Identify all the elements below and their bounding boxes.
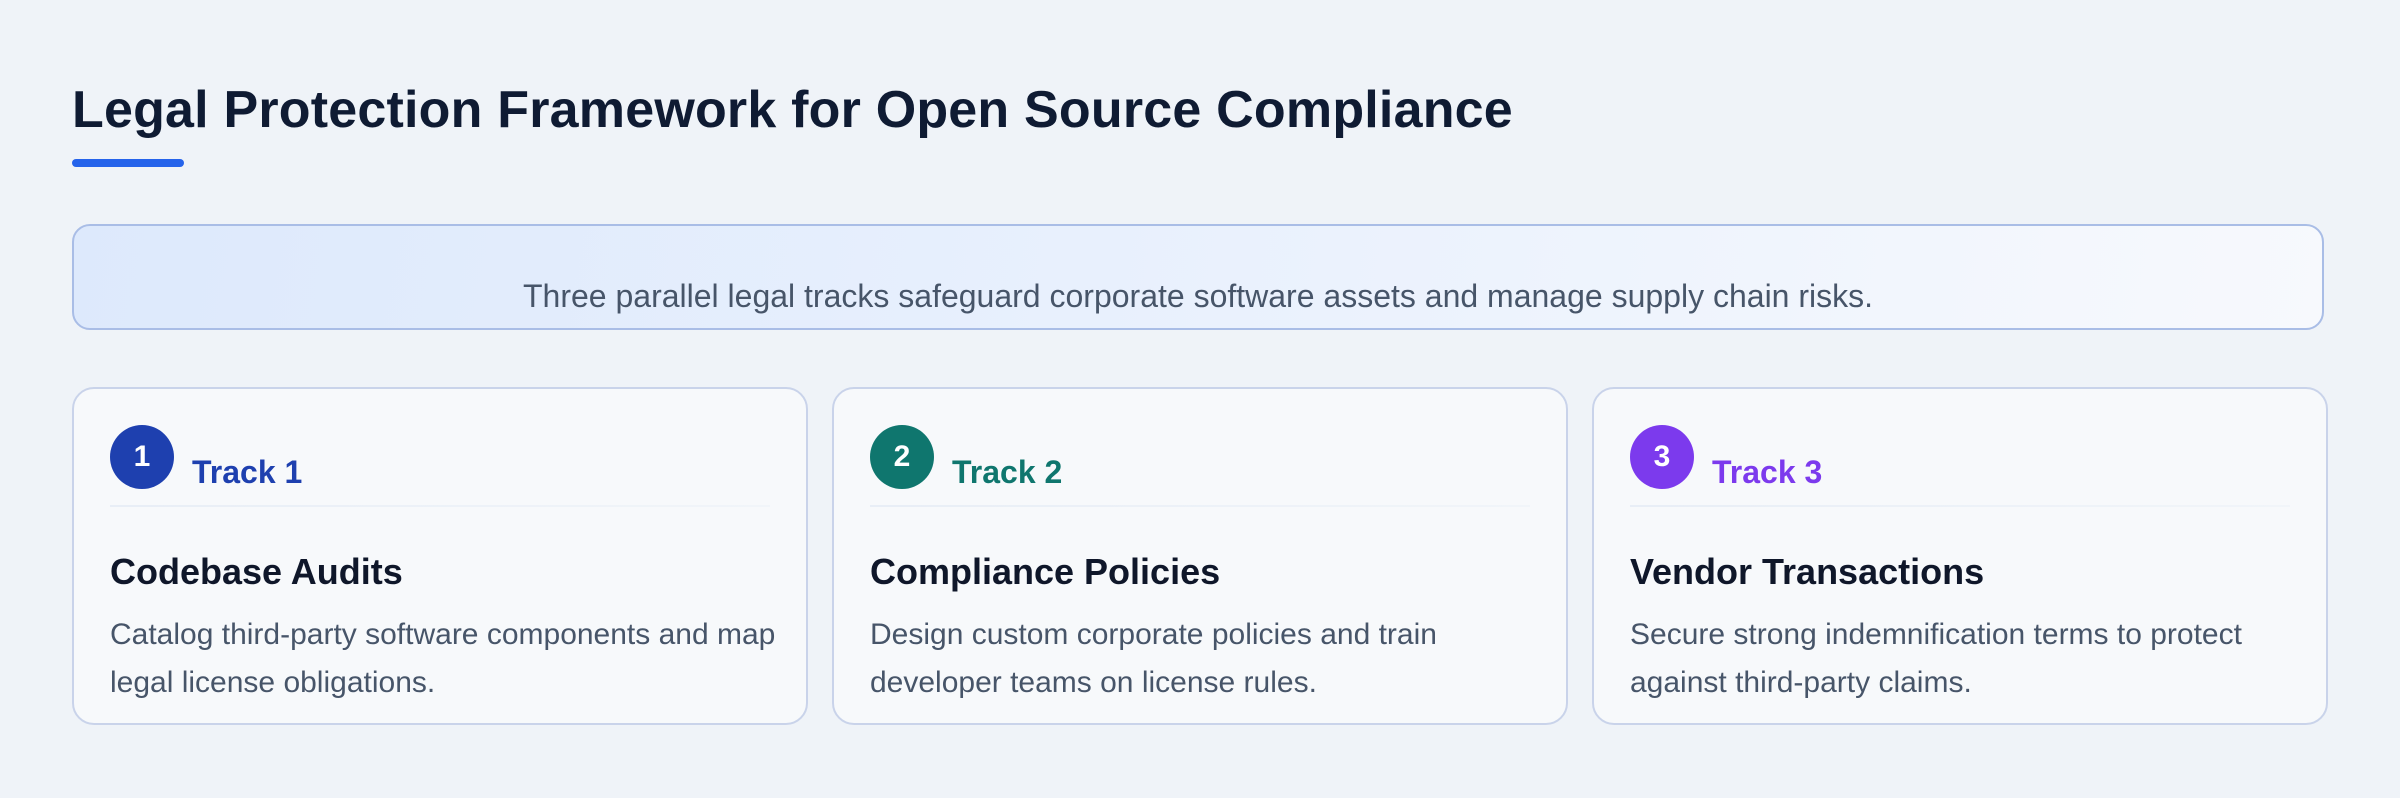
card-title: Compliance Policies — [870, 551, 1221, 592]
track-number-badge: 3 — [1630, 425, 1694, 489]
card-title: Codebase Audits — [110, 551, 403, 592]
card-description: Design custom corporate policies and tra… — [870, 618, 1437, 699]
summary-text: Three parallel legal tracks safeguard co… — [522, 278, 1874, 314]
track-number-badge: 1 — [110, 425, 174, 489]
card-description: Catalog third-party software components … — [110, 618, 776, 699]
card-divider — [110, 505, 770, 507]
card-title: Vendor Transactions — [1630, 551, 1985, 592]
track-label: Track 2 — [952, 454, 1063, 490]
card-description: Secure strong indemnification terms to p… — [1630, 618, 2242, 699]
track-card-3: 3 Track 3 Vendor Transactions Secure str… — [1592, 387, 2328, 725]
page: Legal Protection Framework for Open Sour… — [0, 0, 2400, 798]
track-card-1: 1 Track 1 Codebase Audits Catalog third-… — [72, 387, 808, 725]
track-label: Track 1 — [192, 454, 303, 490]
track-number-badge: 2 — [870, 425, 934, 489]
summary-banner: Three parallel legal tracks safeguard co… — [72, 224, 2324, 330]
track-cards: 1 Track 1 Codebase Audits Catalog third-… — [72, 387, 2328, 725]
title-underline — [72, 159, 184, 167]
page-title: Legal Protection Framework for Open Sour… — [72, 81, 1513, 139]
card-divider — [1630, 505, 2290, 507]
track-card-2: 2 Track 2 Compliance Policies Design cus… — [832, 387, 1568, 725]
card-divider — [870, 505, 1530, 507]
track-label: Track 3 — [1712, 454, 1823, 490]
